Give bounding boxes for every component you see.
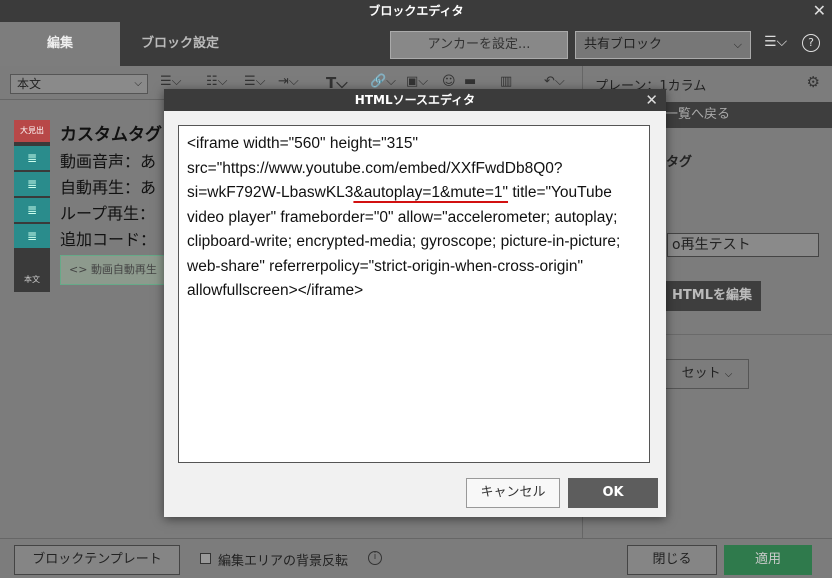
dialog-close-icon[interactable]: ✕ <box>645 89 658 111</box>
block-handle-icon[interactable]: ≣ <box>14 172 50 196</box>
embed-label: 動画自動再生 <box>90 263 157 276</box>
html-source-editor-dialog: HTMLソースエディタ ✕ <iframe width="560" height… <box>164 89 666 517</box>
set-button-label: セット <box>681 366 721 381</box>
content-line[interactable]: 動画音声：あ <box>60 148 156 172</box>
ordered-list-icon[interactable]: ☰⌵ <box>244 74 266 89</box>
ok-button[interactable]: OK <box>568 478 658 508</box>
dialog-title: HTMLソースエディタ <box>354 93 476 107</box>
bg-invert-label: 編集エリアの背景反転 <box>218 554 349 569</box>
shared-block-select[interactable]: 共有ブロック ⌵ <box>575 31 751 59</box>
indent-icon[interactable]: ⇥⌵ <box>278 74 299 89</box>
chevron-down-icon: ⌵ <box>733 38 742 51</box>
block-type-strip: 大見出 ≣ ≣ ≣ ≣ 本文 <box>14 120 50 292</box>
close-button[interactable]: 閉じる <box>627 545 717 575</box>
info-icon[interactable]: i <box>368 551 382 565</box>
block-handle-icon[interactable]: ≣ <box>14 198 50 222</box>
paragraph-style-select[interactable]: 本文 ⌵ <box>10 74 148 94</box>
content-heading[interactable]: カスタムタグ <box>60 120 162 145</box>
undo-icon[interactable]: ↶⌵ <box>544 74 565 89</box>
edit-html-button[interactable]: HTMLを編集 <box>663 281 761 311</box>
link-icon[interactable]: 🔗⌵ <box>370 74 396 89</box>
tab-edit[interactable]: 編集 <box>0 22 120 66</box>
tab-block-settings[interactable]: ブロック設定 <box>120 22 240 66</box>
emoji-icon[interactable]: ☺ <box>442 74 456 89</box>
bg-invert-checkbox[interactable] <box>200 553 211 564</box>
block-template-button[interactable]: ブロックテンプレート <box>14 545 180 575</box>
gear-icon[interactable]: ⚙ <box>807 73 820 91</box>
code-icon: <> <box>69 263 88 276</box>
chevron-down-icon: ⌵ <box>134 78 142 89</box>
dialog-titlebar: HTMLソースエディタ ✕ <box>164 89 666 111</box>
paragraph-style-value: 本文 <box>17 77 42 91</box>
anchor-button[interactable]: アンカーを設定... <box>390 31 568 59</box>
block-type-body[interactable]: 本文 <box>14 268 50 292</box>
content-line[interactable]: ループ再生： <box>60 200 155 224</box>
help-icon[interactable]: ? <box>802 34 820 52</box>
cancel-button[interactable]: キャンセル <box>466 478 560 508</box>
list-icon[interactable]: ☷⌵ <box>206 74 228 89</box>
bottom-bar: ブロックテンプレート 編集エリアの背景反転 i 閉じる 適用 <box>0 538 832 578</box>
set-button[interactable]: セット ⌵ <box>665 359 749 389</box>
window-title: ブロックエディタ <box>368 4 464 18</box>
name-field[interactable]: o再生テスト <box>667 233 819 257</box>
custom-tag-embed[interactable]: <> 動画自動再生 <box>60 255 170 285</box>
block-handle-icon[interactable]: ≣ <box>14 146 50 170</box>
block-handle-icon[interactable]: ≣ <box>14 224 50 248</box>
image-icon[interactable]: ▣⌵ <box>406 74 428 89</box>
window-close-icon[interactable]: ✕ <box>813 0 826 22</box>
block-type-heading[interactable]: 大見出 <box>14 120 50 142</box>
align-icon[interactable]: ☰⌵ <box>160 74 182 89</box>
code-text-after: title="YouTube video player" frameborder… <box>187 184 621 299</box>
shared-block-select-value: 共有ブロック <box>584 37 663 52</box>
code-text-highlight: &autoplay=1&mute=1" <box>353 184 509 201</box>
menu-icon[interactable]: ☰⌵ <box>764 34 787 50</box>
chevron-down-icon: ⌵ <box>724 369 733 380</box>
content-line[interactable]: 追加コード： <box>60 226 156 250</box>
html-source-textarea[interactable]: <iframe width="560" height="315" src="ht… <box>178 125 650 463</box>
window-titlebar: ブロックエディタ ✕ <box>0 0 832 22</box>
horizontal-rule-icon[interactable]: ▬ <box>464 74 476 89</box>
content-line[interactable]: 自動再生：あ <box>60 174 156 198</box>
apply-button[interactable]: 適用 <box>724 545 812 575</box>
columns-icon[interactable]: ▥ <box>500 74 512 89</box>
tab-bar: 編集 ブロック設定 アンカーを設定... 共有ブロック ⌵ ☰⌵ ? <box>0 22 832 66</box>
